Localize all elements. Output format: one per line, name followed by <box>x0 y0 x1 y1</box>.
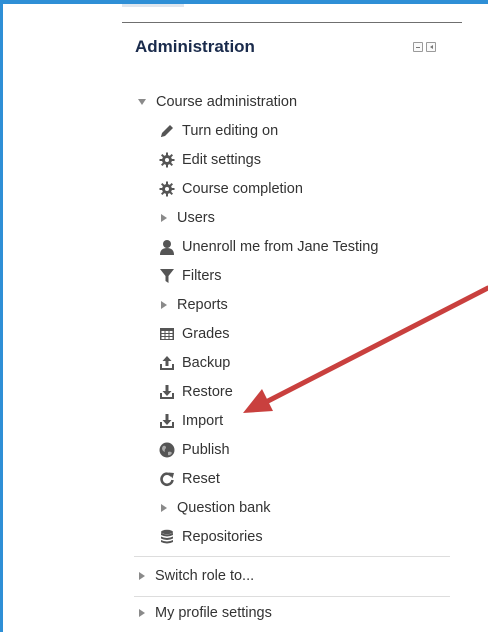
menu-item-grades[interactable]: Grades <box>159 324 230 344</box>
top-tab-highlight <box>122 4 184 7</box>
section-divider <box>134 556 450 557</box>
table-icon <box>159 326 175 342</box>
dock-block-icon[interactable] <box>426 42 436 52</box>
course-administration-toggle[interactable]: Course administration <box>137 92 297 112</box>
expand-triangle-icon <box>139 609 145 617</box>
menu-item-reset[interactable]: Reset <box>159 469 220 489</box>
menu-item-unenroll[interactable]: Unenroll me from Jane Testing <box>159 237 378 257</box>
menu-item-users[interactable]: Users <box>161 208 215 228</box>
menu-item-restore[interactable]: Restore <box>159 382 233 402</box>
expand-triangle-icon <box>161 214 167 222</box>
menu-item-course-completion[interactable]: Course completion <box>159 179 303 199</box>
menu-item-reports[interactable]: Reports <box>161 295 228 315</box>
section-divider <box>134 596 450 597</box>
menu-item-turn-editing-on[interactable]: Turn editing on <box>159 121 278 141</box>
database-icon <box>159 529 175 545</box>
expand-triangle-icon <box>161 301 167 309</box>
refresh-icon <box>159 471 175 487</box>
user-icon <box>159 239 175 255</box>
upload-icon <box>159 355 175 371</box>
block-title: Administration <box>135 37 255 56</box>
globe-icon <box>159 442 175 458</box>
pencil-icon <box>159 123 175 139</box>
window-left-border <box>0 0 3 632</box>
menu-item-publish[interactable]: Publish <box>159 440 230 460</box>
course-administration-label: Course administration <box>156 94 298 110</box>
my-profile-settings-toggle[interactable]: My profile settings <box>139 603 272 623</box>
menu-item-backup[interactable]: Backup <box>159 353 230 373</box>
block-top-divider <box>122 22 462 23</box>
gear-icon <box>159 152 175 168</box>
hide-block-icon[interactable] <box>413 42 423 52</box>
window-top-border <box>0 0 488 4</box>
switch-role-toggle[interactable]: Switch role to... <box>139 566 254 586</box>
menu-item-edit-settings[interactable]: Edit settings <box>159 150 261 170</box>
expand-triangle-icon <box>139 572 145 580</box>
menu-item-import[interactable]: Import <box>159 411 223 431</box>
collapse-triangle-icon <box>138 99 146 105</box>
menu-item-filters[interactable]: Filters <box>159 266 221 286</box>
expand-triangle-icon <box>161 504 167 512</box>
menu-item-question-bank[interactable]: Question bank <box>161 498 271 518</box>
download-icon <box>159 413 175 429</box>
menu-item-repositories[interactable]: Repositories <box>159 527 263 547</box>
gear-icon <box>159 181 175 197</box>
download-icon <box>159 384 175 400</box>
filter-icon <box>159 268 175 284</box>
